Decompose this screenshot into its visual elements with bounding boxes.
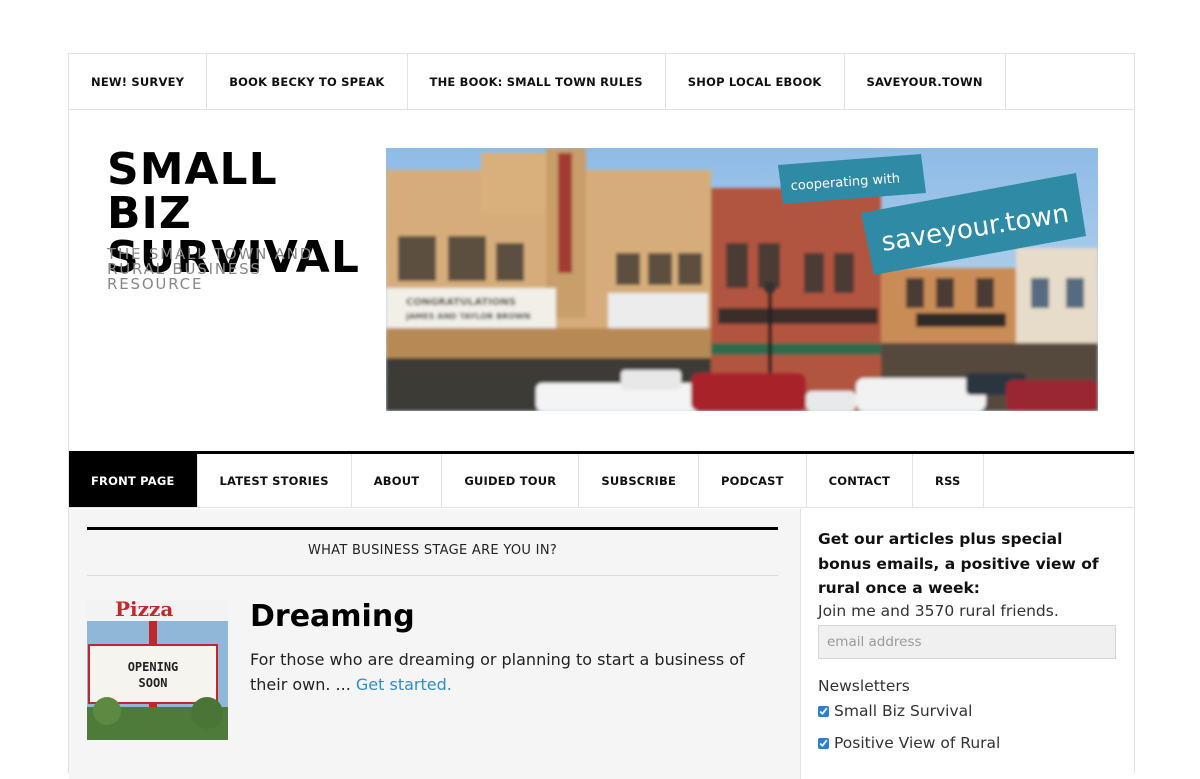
sidebar-signup: Get our articles plus special bonus emai… — [800, 509, 1134, 779]
signup-subtext: Join me and 3570 rural friends. — [818, 602, 1059, 620]
main-content: WHAT BUSINESS STAGE ARE YOU IN? Pizza OP… — [69, 509, 800, 779]
newsletter-option-positive-view[interactable]: Positive View of Rural — [818, 734, 1000, 752]
nav-contact[interactable]: CONTACT — [807, 454, 914, 507]
get-started-link[interactable]: Get started. — [356, 675, 452, 694]
email-input[interactable] — [818, 625, 1116, 659]
section-title: WHAT BUSINESS STAGE ARE YOU IN? — [307, 543, 558, 558]
section-rule — [87, 527, 778, 530]
section-divider — [87, 575, 778, 576]
nav-latest-stories[interactable]: LATEST STORIES — [198, 454, 352, 507]
site-tagline: THE SMALL TOWN AND RURAL BUSINESS RESOUR… — [107, 245, 314, 293]
entry-thumbnail[interactable]: Pizza OPENING SOON — [87, 599, 228, 740]
primary-nav: FRONT PAGE LATEST STORIES ABOUT GUIDED T… — [69, 451, 1134, 508]
newsletters-label: Newsletters — [818, 677, 910, 695]
nav-front-page[interactable]: FRONT PAGE — [69, 454, 198, 507]
entry-excerpt-text: For those who are dreaming or planning t… — [250, 650, 745, 694]
marquee-text-line1: CONGRATULATIONS — [406, 297, 516, 308]
nav-guided-tour[interactable]: GUIDED TOUR — [442, 454, 580, 507]
thumb-pizza-text: Pizza — [115, 599, 173, 621]
nav-about[interactable]: ABOUT — [352, 454, 443, 507]
secondary-nav: NEW! SURVEY BOOK BECKY TO SPEAK THE BOOK… — [69, 54, 1134, 110]
newsletter-checkbox-positive-view[interactable] — [818, 737, 829, 749]
newsletter-label-small-biz: Small Biz Survival — [834, 702, 973, 720]
entry-title[interactable]: Dreaming — [250, 599, 415, 634]
newsletter-label-positive-view: Positive View of Rural — [834, 734, 1001, 752]
thumb-soon-text: SOON — [139, 676, 168, 690]
nav-book-becky[interactable]: BOOK BECKY TO SPEAK — [207, 54, 408, 110]
site-container: NEW! SURVEY BOOK BECKY TO SPEAK THE BOOK… — [68, 53, 1135, 779]
nav-shop-local-ebook[interactable]: SHOP LOCAL EBOOK — [666, 54, 845, 110]
marquee-text-line2: JAMES AND TAYLOR BROWN — [405, 312, 531, 321]
entry-excerpt: For those who are dreaming or planning t… — [250, 647, 760, 697]
nav-the-book[interactable]: THE BOOK: SMALL TOWN RULES — [408, 54, 666, 110]
header-banner-image[interactable]: CONGRATULATIONS JAMES AND TAYLOR BROWN c… — [386, 148, 1098, 411]
nav-rss[interactable]: RSS — [913, 454, 984, 507]
nav-podcast[interactable]: PODCAST — [699, 454, 807, 507]
thumb-opening-text: OPENING — [128, 660, 179, 674]
nav-new-survey[interactable]: NEW! SURVEY — [69, 54, 208, 110]
nav-saveyour-town[interactable]: SAVEYOUR.TOWN — [845, 54, 1006, 110]
newsletter-checkbox-small-biz[interactable] — [818, 705, 829, 717]
nav-subscribe[interactable]: SUBSCRIBE — [579, 454, 700, 507]
newsletter-option-small-biz[interactable]: Small Biz Survival — [818, 702, 972, 720]
signup-heading: Get our articles plus special bonus emai… — [818, 530, 1099, 597]
